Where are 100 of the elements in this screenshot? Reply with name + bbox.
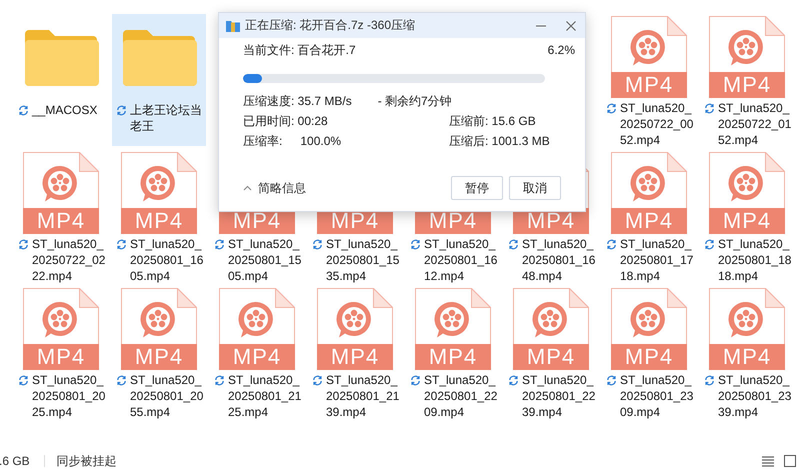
video-file-icon bbox=[611, 288, 687, 344]
sync-icon bbox=[116, 105, 127, 116]
file-tile[interactable]: 上老王论坛当老王 bbox=[112, 14, 206, 146]
file-type-label: MP4 bbox=[709, 72, 785, 98]
file-name: ST_luna520_20250801_1535.mp4 bbox=[326, 236, 400, 284]
file-type-label: MP4 bbox=[23, 344, 99, 370]
file-tile[interactable]: MP4 ST_luna520_20250801_1605.mp4 bbox=[112, 150, 206, 282]
sync-icon bbox=[116, 375, 127, 386]
file-tile[interactable]: MP4 ST_luna520_20250801_2239.mp4 bbox=[504, 286, 598, 418]
file-type-label: MP4 bbox=[23, 208, 99, 234]
progress-percent: 6.2% bbox=[548, 43, 575, 57]
compression-speed: 压缩速度: 35.7 MB/s bbox=[243, 93, 352, 110]
video-file-icon bbox=[121, 152, 197, 208]
details-view-icon[interactable] bbox=[762, 456, 774, 466]
file-name: ST_luna520_20250801_2139.mp4 bbox=[326, 372, 400, 420]
chevron-up-icon bbox=[243, 185, 252, 191]
file-name: ST_luna520_20250801_2125.mp4 bbox=[228, 372, 302, 420]
file-name: ST_luna520_20250801_1718.mp4 bbox=[620, 236, 694, 284]
video-file-icon bbox=[219, 288, 295, 344]
video-file-icon bbox=[513, 288, 589, 344]
sync-icon bbox=[18, 105, 29, 116]
file-tile[interactable]: MP4 ST_luna520_20250801_2139.mp4 bbox=[308, 286, 402, 418]
archive-icon bbox=[226, 20, 240, 32]
sync-icon bbox=[606, 239, 617, 250]
file-name: ST_luna520_20250801_2055.mp4 bbox=[130, 372, 204, 420]
sync-icon bbox=[704, 375, 715, 386]
file-name: ST_luna520_20250801_1818.mp4 bbox=[718, 236, 792, 284]
file-tile[interactable]: MP4 ST_luna520_20250801_2055.mp4 bbox=[112, 286, 206, 418]
remaining-time: - 剩余约7分钟 bbox=[378, 93, 452, 110]
file-type-label: MP4 bbox=[513, 344, 589, 370]
video-file-icon bbox=[23, 152, 99, 208]
video-file-icon bbox=[121, 288, 197, 344]
sync-icon bbox=[214, 375, 225, 386]
cancel-button[interactable]: 取消 bbox=[509, 176, 561, 200]
file-type-label: MP4 bbox=[415, 344, 491, 370]
pause-button[interactable]: 暂停 bbox=[451, 176, 503, 200]
size-before: 压缩前: 15.6 GB bbox=[449, 113, 537, 130]
file-name: ST_luna520_20250722_0152.mp4 bbox=[718, 100, 792, 148]
file-name: ST_luna520_20250801_2339.mp4 bbox=[718, 372, 792, 420]
file-name: ST_luna520_20250801_2239.mp4 bbox=[522, 372, 596, 420]
sync-icon bbox=[508, 239, 519, 250]
file-name: ST_luna520_20250722_0222.mp4 bbox=[32, 236, 106, 284]
video-file-icon bbox=[317, 288, 393, 344]
ratio-value: 100.0% bbox=[300, 133, 342, 150]
close-icon[interactable] bbox=[565, 20, 577, 32]
sync-icon bbox=[410, 375, 421, 386]
file-name: __MACOSX bbox=[32, 102, 98, 118]
size-after: 压缩后: 1001.3 MB bbox=[449, 133, 551, 150]
total-size: .6 GB bbox=[0, 454, 30, 468]
file-type-label: MP4 bbox=[611, 344, 687, 370]
file-type-label: MP4 bbox=[709, 208, 785, 234]
file-type-label: MP4 bbox=[709, 344, 785, 370]
sync-icon bbox=[116, 239, 127, 250]
file-tile[interactable]: MP4 ST_luna520_20250801_1718.mp4 bbox=[602, 150, 696, 282]
file-type-label: MP4 bbox=[317, 344, 393, 370]
file-tile[interactable]: MP4 ST_luna520_20250801_2025.mp4 bbox=[14, 286, 108, 418]
details-toggle[interactable]: 简略信息 bbox=[243, 180, 445, 196]
sync-icon bbox=[18, 239, 29, 250]
folder-icon bbox=[23, 28, 99, 88]
sync-icon bbox=[606, 103, 617, 114]
window-title: 正在压缩: 花开百合.7z -360压缩 bbox=[245, 17, 416, 34]
elapsed-time: 已用时间: 00:28 bbox=[243, 113, 329, 130]
file-name: ST_luna520_20250801_2309.mp4 bbox=[620, 372, 694, 420]
sync-status: 同步被挂起 bbox=[56, 452, 118, 470]
file-type-label: MP4 bbox=[121, 208, 197, 234]
video-file-icon bbox=[415, 288, 491, 344]
file-type-label: MP4 bbox=[611, 208, 687, 234]
file-name: ST_luna520_20250801_1612.mp4 bbox=[424, 236, 498, 284]
sync-icon bbox=[214, 239, 225, 250]
sync-icon bbox=[704, 239, 715, 250]
file-tile[interactable]: MP4 ST_luna520_20250801_2209.mp4 bbox=[406, 286, 500, 418]
sync-icon bbox=[312, 375, 323, 386]
file-name: ST_luna520_20250801_2209.mp4 bbox=[424, 372, 498, 420]
video-file-icon bbox=[709, 16, 785, 72]
video-file-icon bbox=[709, 288, 785, 344]
sync-icon bbox=[312, 239, 323, 250]
file-tile[interactable]: MP4 ST_luna520_20250722_0152.mp4 bbox=[700, 14, 794, 146]
file-name: ST_luna520_20250801_1605.mp4 bbox=[130, 236, 204, 284]
sync-icon bbox=[18, 375, 29, 386]
file-tile[interactable]: __MACOSX bbox=[14, 14, 108, 146]
sync-icon bbox=[508, 375, 519, 386]
file-tile[interactable]: MP4 ST_luna520_20250801_2309.mp4 bbox=[602, 286, 696, 418]
file-tile[interactable]: MP4 ST_luna520_20250722_0052.mp4 bbox=[602, 14, 696, 146]
file-type-label: MP4 bbox=[611, 72, 687, 98]
file-name: 上老王论坛当老王 bbox=[130, 102, 203, 134]
sync-icon bbox=[410, 239, 421, 250]
folder-icon bbox=[121, 28, 197, 88]
file-tile[interactable]: MP4 ST_luna520_20250722_0222.mp4 bbox=[14, 150, 108, 282]
file-tile[interactable]: MP4 ST_luna520_20250801_2125.mp4 bbox=[210, 286, 304, 418]
file-tile[interactable]: MP4 ST_luna520_20250801_1818.mp4 bbox=[700, 150, 794, 282]
current-file: 当前文件: 百合花开.7 bbox=[243, 42, 357, 58]
video-file-icon bbox=[23, 288, 99, 344]
sync-icon bbox=[704, 103, 715, 114]
video-file-icon bbox=[709, 152, 785, 208]
tiles-view-icon[interactable] bbox=[784, 455, 796, 467]
file-name: ST_luna520_20250722_0052.mp4 bbox=[620, 100, 694, 148]
file-name: ST_luna520_20250801_1648.mp4 bbox=[522, 236, 596, 284]
file-tile[interactable]: MP4 ST_luna520_20250801_2339.mp4 bbox=[700, 286, 794, 418]
file-type-label: MP4 bbox=[121, 344, 197, 370]
video-file-icon bbox=[611, 152, 687, 208]
